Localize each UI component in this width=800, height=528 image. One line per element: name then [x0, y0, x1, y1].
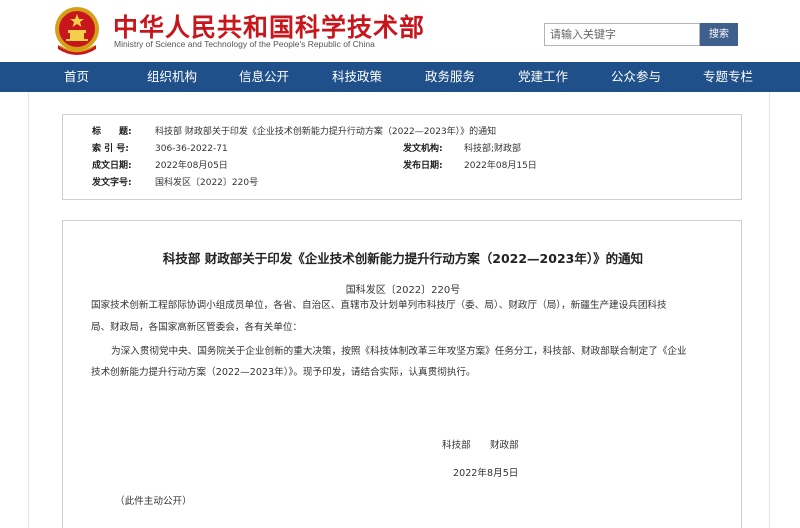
meta-row-dates: 成文日期: 2022年08月05日 发布日期: 2022年08月15日 [63, 158, 743, 175]
nav-item-public[interactable]: 公众参与 [611, 62, 661, 92]
signature-date: 2022年8月5日 [453, 468, 519, 479]
meta-issuer-label: 发文机构: [403, 144, 443, 154]
meta-title-value: 科技部 财政部关于印发《企业技术创新能力提升行动方案（2022—2023年）》的… [155, 127, 497, 137]
meta-row-index: 索 引 号: 306-36-2022-71 发文机构: 科技部;财政部 [63, 141, 743, 158]
nav-item-party[interactable]: 党建工作 [518, 62, 568, 92]
body-line-1: 为深入贯彻党中央、国务院关于企业创新的重大决策，按照《科技体制改革三年攻坚方案》… [111, 346, 687, 357]
site-header: 中华人民共和国科学技术部 Ministry of Science and Tec… [0, 0, 800, 62]
search-input[interactable] [544, 23, 700, 46]
public-note: （此件主动公开） [115, 496, 192, 507]
main-nav: 首页 组织机构 信息公开 科技政策 政务服务 党建工作 公众参与 专题专栏 [0, 62, 800, 92]
signature: 科技部 财政部 [442, 440, 519, 451]
national-emblem-icon[interactable] [52, 5, 102, 57]
meta-title-label: 标 题: [92, 127, 132, 137]
meta-created-label: 成文日期: [92, 161, 132, 171]
article-content: 科技部 财政部关于印发《企业技术创新能力提升行动方案（2022—2023年）》的… [62, 220, 742, 528]
body-line-2: 技术创新能力提升行动方案（2022—2023年）》。现予印发，请结合实际，认真贯… [91, 367, 476, 378]
site-subtitle: Ministry of Science and Technology of th… [114, 39, 375, 49]
nav-item-services[interactable]: 政务服务 [425, 62, 475, 92]
meta-created-value: 2022年08月05日 [155, 161, 228, 171]
nav-item-home[interactable]: 首页 [64, 62, 89, 92]
addressee-line-2: 局、财政局，各国家高新区管委会，各有关单位： [91, 322, 303, 333]
search-button[interactable]: 搜索 [700, 23, 738, 46]
meta-index-value: 306-36-2022-71 [155, 144, 228, 154]
addressee-line-1: 国家技术创新工程部际协调小组成员单位，各省、自治区、直辖市及计划单列市科技厅（委… [91, 300, 667, 311]
nav-item-organization[interactable]: 组织机构 [147, 62, 197, 92]
article-title: 科技部 财政部关于印发《企业技术创新能力提升行动方案（2022—2023年）》的… [162, 251, 644, 266]
nav-item-policy[interactable]: 科技政策 [332, 62, 382, 92]
meta-docno-label: 发文字号: [92, 178, 132, 188]
meta-row-docno: 发文字号: 国科发区〔2022〕220号 [63, 175, 743, 192]
meta-docno-value: 国科发区〔2022〕220号 [155, 178, 259, 188]
meta-index-label: 索 引 号: [92, 144, 129, 154]
nav-item-information[interactable]: 信息公开 [239, 62, 289, 92]
meta-published-label: 发布日期: [403, 161, 443, 171]
document-meta-table: 标 题: 科技部 财政部关于印发《企业技术创新能力提升行动方案（2022—202… [62, 114, 742, 200]
meta-published-value: 2022年08月15日 [464, 161, 537, 171]
article-doc-number: 国科发区〔2022〕220号 [345, 285, 461, 296]
meta-issuer-value: 科技部;财政部 [464, 144, 522, 154]
meta-row-title: 标 题: 科技部 财政部关于印发《企业技术创新能力提升行动方案（2022—202… [63, 124, 743, 141]
nav-item-topics[interactable]: 专题专栏 [703, 62, 753, 92]
